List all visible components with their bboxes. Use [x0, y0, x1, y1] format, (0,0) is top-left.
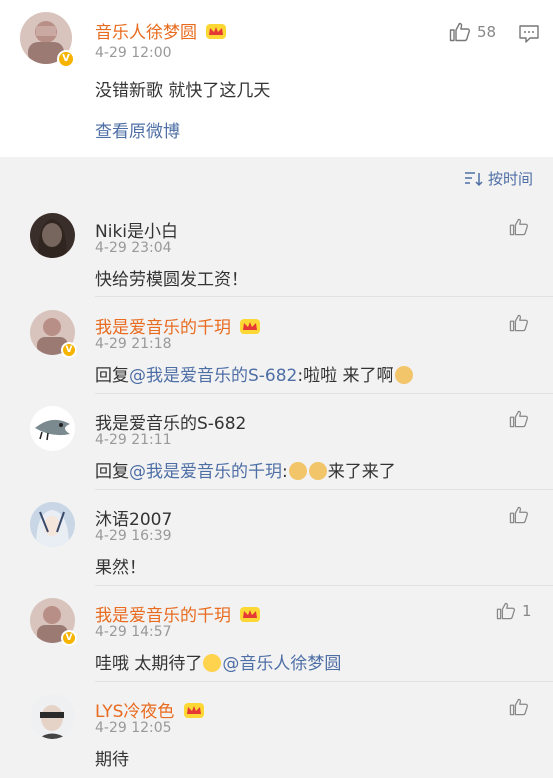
thumbs-up-icon — [496, 602, 515, 620]
commenter-avatar[interactable] — [30, 502, 75, 547]
post-like-count: 58 — [477, 23, 497, 41]
comment-text: 期待 — [95, 750, 129, 770]
commenter-name[interactable]: 我是爱音乐的千玥 — [95, 601, 261, 626]
crown-icon — [240, 607, 261, 622]
commenter-avatar[interactable] — [30, 694, 75, 739]
comment-item: V 我是爱音乐的千玥 4-29 14:57 哇哦 太期待了 @音乐人徐梦圆 1 — [0, 586, 553, 682]
divider — [95, 296, 553, 297]
comment-like-button[interactable] — [509, 410, 529, 428]
comment-text: 果然！ — [95, 558, 146, 578]
doge-emoji-icon — [394, 366, 413, 384]
post-time: 4-29 12:00 — [95, 45, 172, 61]
post-text: 没错新歌 就快了这几天 — [95, 81, 271, 101]
verified-icon: V — [57, 50, 75, 68]
commenter-avatar[interactable] — [30, 213, 75, 258]
comment-like-count: 1 — [522, 602, 532, 620]
mention-link[interactable]: @我是爱音乐的S-682 — [129, 366, 297, 386]
comment-text: 回复@我是爱音乐的千玥: 来了来了 — [95, 462, 396, 482]
comment-text: 快给劳模圆发工资！ — [95, 270, 248, 290]
commenter-name[interactable]: Niki是小白 — [95, 217, 178, 242]
view-original-link[interactable]: 查看原微博 — [95, 117, 180, 142]
doge-emoji-icon — [308, 462, 327, 480]
comment-like-button[interactable] — [509, 698, 529, 716]
verified-icon: V — [61, 630, 77, 646]
comment-time: 4-29 14:57 — [95, 624, 172, 640]
thumbs-up-icon — [509, 314, 528, 332]
commenter-name[interactable]: 沐语2007 — [95, 505, 172, 530]
doge-emoji-icon — [288, 462, 307, 480]
comment-like-button[interactable] — [509, 314, 529, 332]
comment-item: Niki是小白 4-29 23:04 快给劳模圆发工资！ — [0, 205, 553, 297]
thumbs-up-icon — [509, 410, 528, 428]
thumbs-up-icon — [509, 506, 528, 524]
main-post: V 音乐人徐梦圆 4-29 12:00 没错新歌 就快了这几天 查看原微博 58 — [0, 0, 553, 157]
thumbs-up-icon — [509, 698, 528, 716]
crown-icon — [206, 24, 227, 39]
sort-label: 按时间 — [487, 170, 533, 188]
thumbs-up-icon — [449, 22, 470, 42]
comment-text: 回复@我是爱音乐的S-682:啦啦 来了啊 — [95, 361, 414, 386]
crown-icon — [183, 703, 204, 718]
mention-link[interactable]: @音乐人徐梦圆 — [222, 654, 341, 674]
comment-like-button[interactable] — [509, 506, 529, 524]
author-name[interactable]: 音乐人徐梦圆 — [95, 18, 227, 43]
comment-item: 沐语2007 4-29 16:39 果然！ — [0, 490, 553, 586]
post-like-button[interactable]: 58 — [449, 22, 496, 42]
comment-icon — [519, 25, 539, 43]
comment-time: 4-29 12:05 — [95, 720, 172, 736]
comment-item: V 我是爱音乐的千玥 4-29 21:18 回复@我是爱音乐的S-682:啦啦 … — [0, 298, 553, 394]
comment-time: 4-29 16:39 — [95, 528, 172, 544]
verified-icon: V — [61, 342, 77, 358]
crown-icon — [240, 319, 261, 334]
sort-icon — [464, 171, 483, 186]
commenter-name[interactable]: 我是爱音乐的千玥 — [95, 313, 261, 338]
mention-link[interactable]: @我是爱音乐的千玥 — [129, 462, 282, 482]
smile-emoji-icon — [203, 654, 222, 672]
comment-like-button[interactable] — [509, 218, 529, 236]
comment-text: 哇哦 太期待了 @音乐人徐梦圆 — [95, 654, 342, 674]
comment-item: 我是爱音乐的S-682 4-29 21:11 回复@我是爱音乐的千玥: 来了来了 — [0, 394, 553, 490]
comment-button[interactable] — [518, 24, 540, 48]
comment-time: 4-29 23:04 — [95, 240, 172, 256]
sort-by-time-button[interactable]: 按时间 — [464, 168, 533, 189]
comment-time: 4-29 21:11 — [95, 432, 172, 448]
commenter-name[interactable]: LYS冷夜色 — [95, 697, 205, 722]
comment-time: 4-29 21:18 — [95, 336, 172, 352]
commenter-avatar[interactable] — [30, 406, 75, 451]
thumbs-up-icon — [509, 218, 528, 236]
comment-like-button[interactable]: 1 — [496, 602, 532, 620]
comment-item: LYS冷夜色 4-29 12:05 期待 — [0, 682, 553, 778]
commenter-name[interactable]: 我是爱音乐的S-682 — [95, 409, 246, 434]
